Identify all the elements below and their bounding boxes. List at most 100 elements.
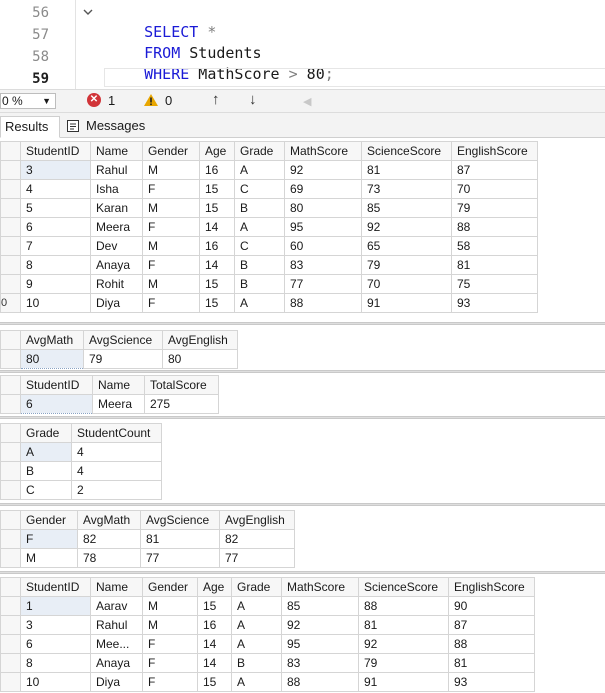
table-cell[interactable]: M	[142, 596, 198, 616]
grid-corner-cell[interactable]	[0, 330, 21, 350]
error-count[interactable]: 1	[108, 94, 115, 108]
column-header[interactable]: Grade	[231, 577, 282, 597]
table-cell[interactable]: F	[142, 653, 198, 673]
table-cell[interactable]: M	[20, 548, 78, 568]
result-table[interactable]: StudentID Name TotalScore 6 Meera 275	[0, 375, 219, 414]
table-cell[interactable]: 88	[448, 634, 535, 654]
table-cell[interactable]: 14	[197, 653, 232, 673]
column-header[interactable]: Name	[90, 577, 143, 597]
row-header[interactable]	[0, 160, 21, 180]
table-cell[interactable]: 92	[284, 160, 362, 180]
arrow-up-icon[interactable]: ↑	[212, 91, 220, 108]
table-row[interactable]: 8 Anaya F 14 B 83 79 81	[0, 653, 535, 673]
grid-splitter[interactable]	[0, 503, 605, 506]
column-header[interactable]: AvgScience	[83, 330, 163, 350]
grid-corner-cell[interactable]	[0, 423, 21, 443]
table-cell[interactable]: 3	[20, 615, 91, 635]
table-row[interactable]: B4	[0, 461, 162, 481]
table-cell[interactable]: 83	[281, 653, 359, 673]
table-cell[interactable]: Karan	[90, 198, 143, 218]
table-cell[interactable]: 88	[451, 217, 538, 237]
table-cell[interactable]: A	[20, 442, 72, 462]
grid-splitter[interactable]	[0, 571, 605, 574]
table-cell[interactable]: 65	[361, 236, 452, 256]
table-cell[interactable]: 95	[284, 217, 362, 237]
result-grid-gender-averages[interactable]: Gender AvgMath AvgScience AvgEnglish F 82 81 82…	[0, 510, 295, 568]
row-header[interactable]: 0	[0, 293, 21, 313]
table-cell[interactable]: B	[234, 198, 285, 218]
table-cell[interactable]: 80	[284, 198, 362, 218]
grid-corner-cell[interactable]	[0, 141, 21, 161]
column-header[interactable]: AvgMath	[77, 510, 141, 530]
table-cell[interactable]: Anaya	[90, 653, 143, 673]
row-header[interactable]	[0, 596, 21, 616]
row-header[interactable]	[0, 653, 21, 673]
table-cell[interactable]: 3	[20, 160, 91, 180]
table-cell[interactable]: Meera	[92, 394, 145, 414]
table-cell[interactable]: F	[142, 255, 200, 275]
grid-splitter[interactable]	[0, 322, 605, 325]
table-row[interactable]: 1 Aarav M 15 A 85 88 90	[0, 596, 535, 616]
row-header[interactable]	[0, 529, 21, 549]
column-header[interactable]: MathScore	[281, 577, 359, 597]
table-cell[interactable]: 16	[197, 615, 232, 635]
table-cell[interactable]: 92	[358, 634, 449, 654]
table-cell[interactable]: 4	[20, 179, 91, 199]
table-cell[interactable]: 88	[281, 672, 359, 692]
column-header[interactable]: AvgEnglish	[219, 510, 295, 530]
table-cell[interactable]: 6	[20, 217, 91, 237]
table-cell[interactable]: M	[142, 160, 200, 180]
row-header[interactable]	[0, 615, 21, 635]
table-cell[interactable]: 2	[71, 480, 162, 500]
table-cell[interactable]: B	[234, 255, 285, 275]
result-table[interactable]: AvgMath AvgScience AvgEnglish 80 79 80	[0, 330, 238, 369]
table-cell[interactable]: 16	[199, 236, 235, 256]
grid-corner-cell[interactable]	[0, 577, 21, 597]
table-cell[interactable]: Aarav	[90, 596, 143, 616]
table-cell[interactable]: 92	[361, 217, 452, 237]
result-table[interactable]: Gender AvgMath AvgScience AvgEnglish F 82 81 82…	[0, 510, 295, 568]
table-cell[interactable]: 5	[20, 198, 91, 218]
column-header[interactable]: Grade	[234, 141, 285, 161]
table-cell[interactable]: M	[142, 274, 200, 294]
table-cell[interactable]: C	[234, 236, 285, 256]
result-table[interactable]: StudentID Name Gender Age Grade MathScore Scie…	[0, 141, 538, 313]
table-cell[interactable]: 79	[451, 198, 538, 218]
table-cell[interactable]: A	[234, 160, 285, 180]
row-header[interactable]	[0, 394, 21, 414]
table-cell[interactable]: 82	[77, 529, 141, 549]
table-cell[interactable]: A	[234, 293, 285, 313]
result-grid-top-student[interactable]: StudentID Name TotalScore 6 Meera 275	[0, 375, 219, 414]
table-row[interactable]: 0 10 Diya F 15 A 88 91 93	[0, 293, 538, 313]
row-header[interactable]	[0, 198, 21, 218]
table-cell[interactable]: 93	[451, 293, 538, 313]
table-cell[interactable]: 15	[197, 672, 232, 692]
table-row[interactable]: 9 Rohit M 15 B 77 70 75	[0, 274, 538, 294]
column-header[interactable]: TotalScore	[144, 375, 219, 395]
table-row[interactable]: 5 Karan M 15 B 80 85 79	[0, 198, 538, 218]
table-cell[interactable]: 58	[451, 236, 538, 256]
column-header[interactable]: StudentID	[20, 141, 91, 161]
table-cell[interactable]: 85	[281, 596, 359, 616]
table-cell[interactable]: 4	[71, 461, 162, 481]
table-cell[interactable]: 81	[358, 615, 449, 635]
column-header[interactable]: MathScore	[284, 141, 362, 161]
table-cell[interactable]: M	[142, 615, 198, 635]
table-cell[interactable]: 70	[361, 274, 452, 294]
error-icon[interactable]: ✕	[87, 93, 101, 107]
table-cell[interactable]: Diya	[90, 293, 143, 313]
table-cell[interactable]: B	[231, 653, 282, 673]
table-row[interactable]: F 82 81 82	[0, 529, 295, 549]
grid-splitter[interactable]	[0, 370, 605, 373]
row-header[interactable]	[0, 442, 21, 462]
tab-results[interactable]: Results	[0, 116, 60, 138]
row-header[interactable]	[0, 349, 21, 369]
table-cell[interactable]: 6	[20, 394, 93, 414]
table-cell[interactable]: 91	[361, 293, 452, 313]
column-header[interactable]: ScienceScore	[361, 141, 452, 161]
table-cell[interactable]: 9	[20, 274, 91, 294]
table-cell[interactable]: Isha	[90, 179, 143, 199]
table-cell[interactable]: 90	[448, 596, 535, 616]
table-cell[interactable]: A	[231, 634, 282, 654]
column-header[interactable]: AvgMath	[20, 330, 84, 350]
